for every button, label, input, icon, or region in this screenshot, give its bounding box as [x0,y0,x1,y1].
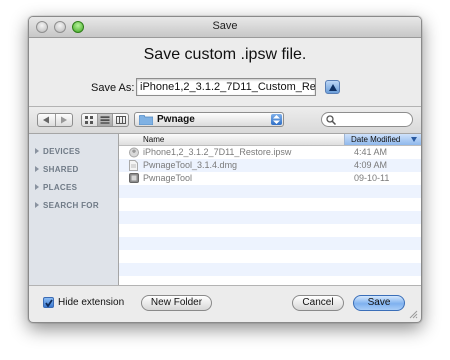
folder-popup[interactable]: Pwnage [134,112,284,127]
column-headers: Name Date Modified [119,134,421,146]
sidebar-section-shared[interactable]: SHARED [35,165,79,174]
dialog-heading: Save custom .ipsw file. [143,46,307,63]
column-view-button[interactable] [113,114,128,126]
list-view-icon [100,116,110,124]
column-header-date-modified[interactable]: Date Modified [344,134,421,145]
chevron-right-icon [60,116,67,124]
sidebar: DEVICES SHARED PLACES SEARCH FOR [29,134,119,285]
browser-toolbar: Pwnage [29,107,421,134]
back-button[interactable] [38,114,56,126]
triangle-up-icon [329,84,337,91]
icon-view-button[interactable] [82,114,98,126]
file-rows: iPhone1,2_3.1.2_7D11_Restore.ipsw 4:41 A… [119,146,421,285]
save-button[interactable]: Save [353,295,405,311]
file-row[interactable]: PwnageTool_3.1.4.dmg 4:09 AM [119,159,421,172]
file-row[interactable]: PwnageTool 09-10-11 [119,172,421,185]
chevron-left-icon [43,116,50,124]
file-row[interactable]: iPhone1,2_3.1.2_7D11_Restore.ipsw 4:41 A… [119,146,421,159]
dmg-file-icon [129,160,138,171]
search-field[interactable] [321,112,413,127]
disclosure-triangle-icon [35,148,39,154]
view-mode-control [81,113,129,127]
folder-popup-label: Pwnage [157,114,195,125]
new-folder-button[interactable]: New Folder [141,295,212,311]
disclosure-triangle-icon [35,184,39,190]
disclosure-triangle-icon [35,166,39,172]
checkmark-icon [45,299,53,307]
folder-icon [139,115,153,125]
save-as-label: Save As: [91,82,135,94]
sidebar-section-devices[interactable]: DEVICES [35,147,80,156]
window-title: Save [212,20,238,32]
app-icon [129,173,139,183]
dialog-footer: Hide extension New Folder Cancel Save [29,285,421,322]
file-browser: Pwnage DEVICES SHARED PLACES SEARCH FOR … [29,106,421,286]
hide-extension-label[interactable]: Hide extension [58,297,124,308]
forward-button[interactable] [56,114,73,126]
sort-descending-icon [411,137,417,142]
resize-grip-icon[interactable] [409,310,418,319]
sidebar-section-places[interactable]: PLACES [35,183,77,192]
title-bar[interactable]: Save [29,17,421,38]
cancel-button[interactable]: Cancel [292,295,344,311]
ipsw-file-icon [129,147,139,158]
back-forward-control [37,113,73,127]
popup-arrows-icon [271,114,282,125]
save-dialog: Save Save custom .ipsw file. Save As: iP… [28,16,422,323]
sidebar-section-search-for[interactable]: SEARCH FOR [35,201,99,210]
icon-view-icon [85,116,94,124]
expand-browser-button[interactable] [325,80,340,94]
file-list: Name Date Modified iPhone1,2_3.1.2_7D11_… [119,134,421,285]
column-header-name[interactable]: Name [143,135,164,144]
disclosure-triangle-icon [35,202,39,208]
save-as-field[interactable]: iPhone1,2_3.1.2_7D11_Custom_Restor [136,78,316,96]
hide-extension-checkbox[interactable] [43,297,54,308]
search-icon [326,115,336,125]
list-view-button[interactable] [97,114,114,126]
column-view-icon [115,116,126,124]
